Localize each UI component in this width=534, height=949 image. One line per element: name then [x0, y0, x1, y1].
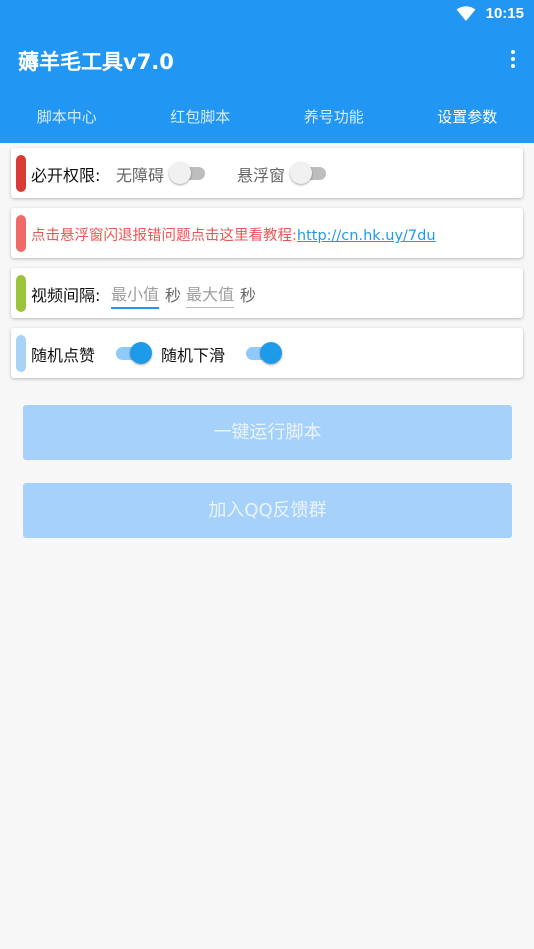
tab-settings[interactable]: 设置参数	[401, 98, 534, 143]
tab-account-nurture[interactable]: 养号功能	[267, 98, 401, 143]
status-time: 10:15	[485, 5, 524, 22]
float-window-label: 悬浮窗	[237, 166, 286, 185]
accessibility-label: 无障碍	[116, 166, 165, 185]
app-title: 薅羊毛工具v7.0	[18, 50, 174, 74]
join-qq-group-button[interactable]: 加入QQ反馈群	[23, 483, 512, 538]
tab-bar: 脚本中心 红包脚本 养号功能 设置参数	[0, 98, 534, 143]
interval-accent-bar	[16, 275, 26, 312]
accessibility-switch[interactable]	[169, 161, 209, 185]
interval-label: 视频间隔:	[31, 286, 101, 305]
permissions-label: 必开权限:	[31, 166, 101, 185]
random-accent-bar	[16, 335, 26, 372]
max-interval-input[interactable]: 最大值	[186, 281, 235, 308]
notice-text: 点击悬浮窗闪退报错问题点击这里看教程:http://cn.hk.uy/7du	[31, 224, 436, 245]
notice-card: 点击悬浮窗闪退报错问题点击这里看教程:http://cn.hk.uy/7du	[11, 208, 523, 258]
min-unit-label: 秒	[165, 286, 182, 305]
random-card: 随机点赞 随机下滑	[11, 328, 523, 378]
permissions-card: 必开权限: 无障碍 悬浮窗	[11, 148, 523, 198]
tutorial-link[interactable]: http://cn.hk.uy/7du	[297, 228, 436, 244]
random-swipe-label: 随机下滑	[161, 346, 226, 365]
more-vert-icon[interactable]	[510, 50, 516, 70]
wifi-icon	[456, 6, 476, 21]
random-like-switch[interactable]	[112, 341, 152, 365]
app-bar: 薅羊毛工具v7.0 脚本中心 红包脚本 养号功能 设置参数	[0, 30, 534, 143]
notice-accent-bar	[16, 215, 26, 252]
permissions-accent-bar	[16, 155, 26, 192]
status-bar: 10:15	[0, 0, 534, 30]
min-interval-input[interactable]: 最小值	[111, 281, 160, 309]
interval-card: 视频间隔: 最小值 秒 最大值 秒	[11, 268, 523, 318]
random-swipe-switch[interactable]	[242, 341, 282, 365]
run-script-button[interactable]: 一键运行脚本	[23, 405, 512, 460]
tab-script-center[interactable]: 脚本中心	[0, 98, 134, 143]
float-window-switch[interactable]	[290, 161, 330, 185]
tab-red-packet[interactable]: 红包脚本	[134, 98, 268, 143]
notice-message: 点击悬浮窗闪退报错问题点击这里看教程:	[31, 228, 297, 244]
random-like-label: 随机点赞	[31, 346, 96, 365]
max-unit-label: 秒	[240, 286, 257, 305]
